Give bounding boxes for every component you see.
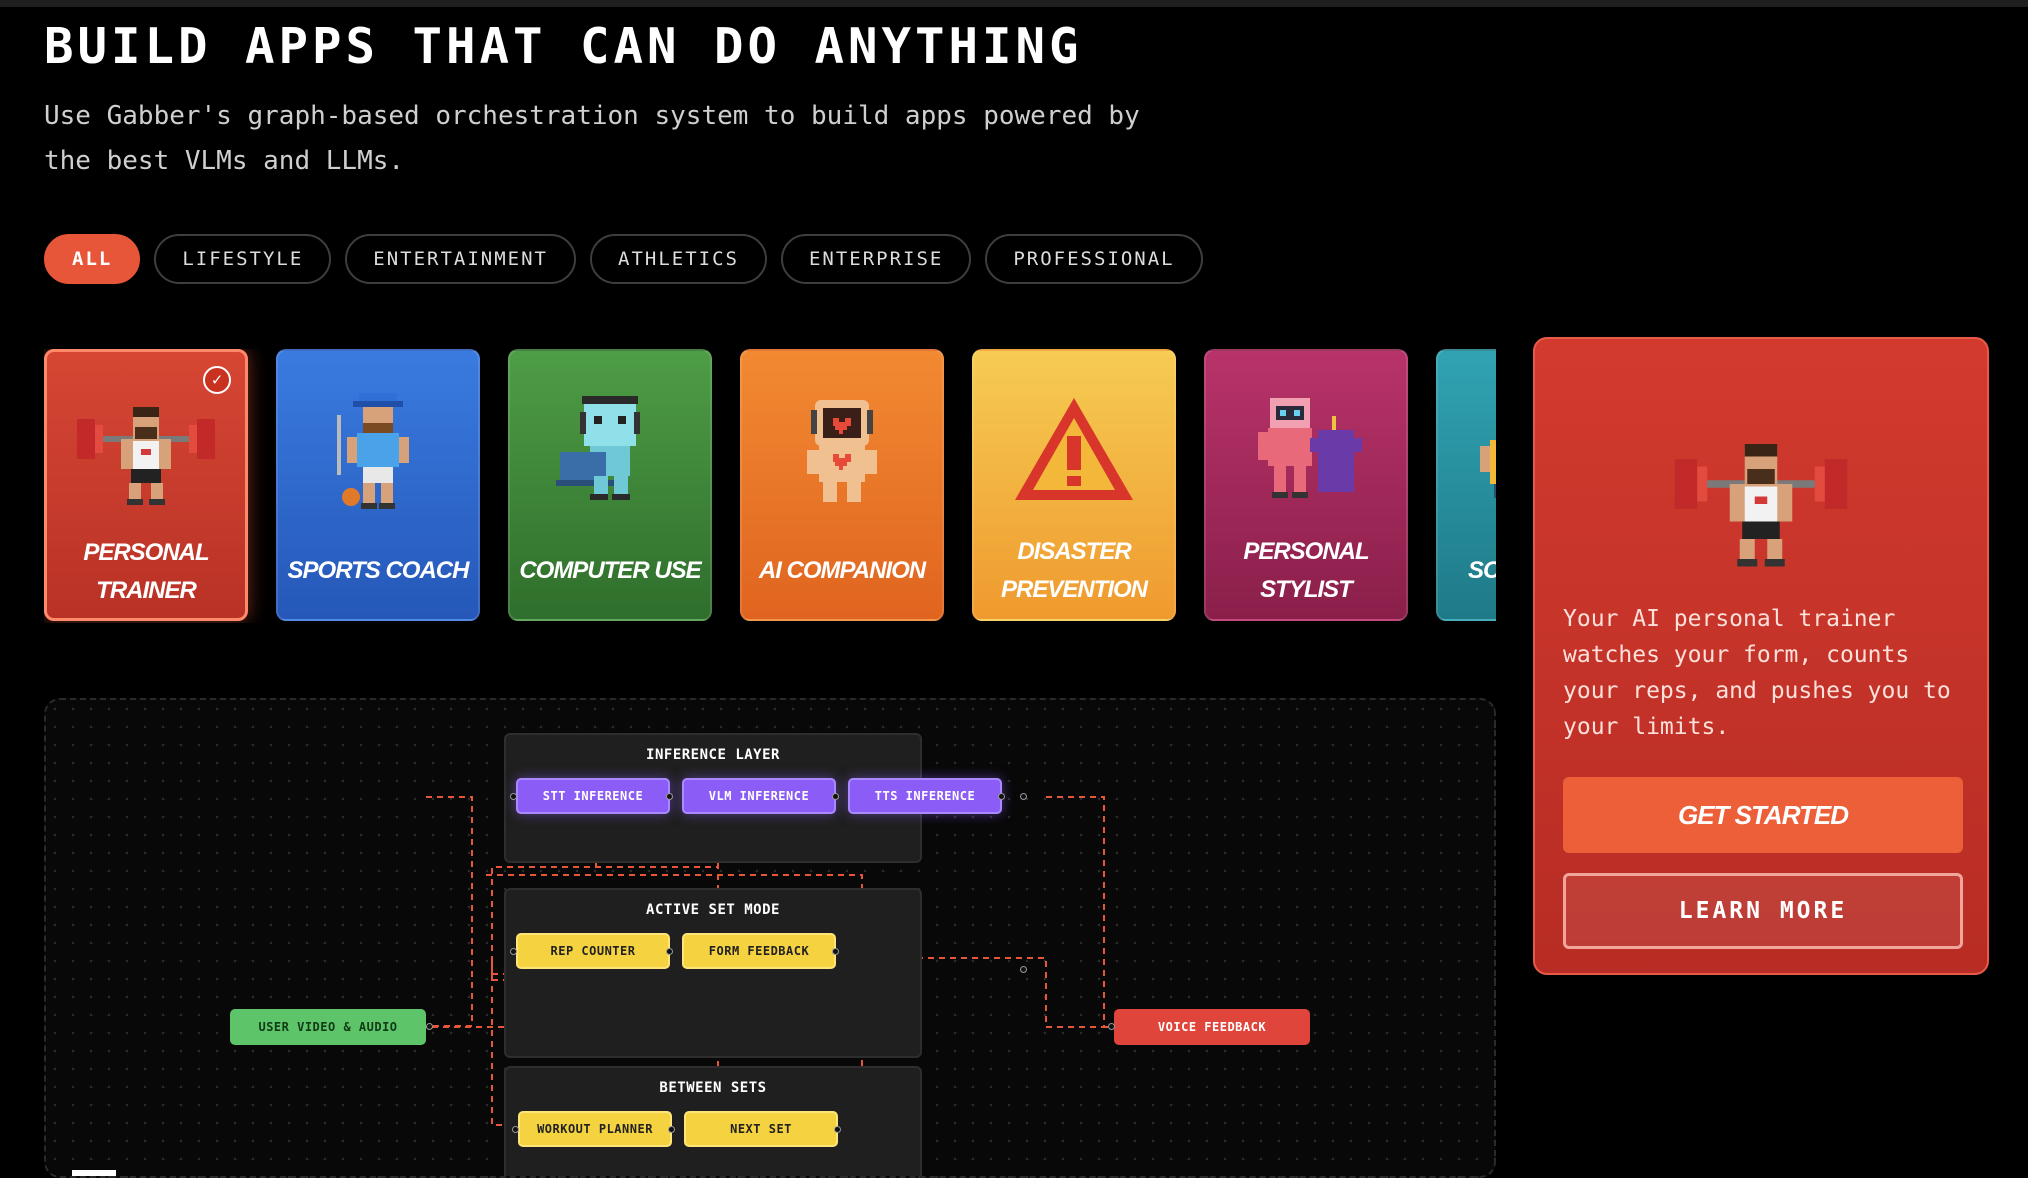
category-filter-bar: ALL LIFESTYLE ENTERTAINMENT ATHLETICS EN… <box>44 234 1203 284</box>
node-next-set[interactable]: NEXT SET <box>684 1111 838 1147</box>
warning-icon <box>974 375 1174 525</box>
card-label: PERSONAL STYLIST <box>1243 538 1369 603</box>
card-partial[interactable]: SCR <box>1436 349 1496 621</box>
node-voice-feedback[interactable]: VOICE FEEDBACK <box>1114 1009 1310 1045</box>
input-port[interactable] <box>510 793 517 800</box>
top-divider <box>0 0 2028 7</box>
card-label: DISASTER PREVENTION <box>1000 538 1148 603</box>
robot-laptop-icon <box>510 375 710 525</box>
filter-professional[interactable]: PROFESSIONAL <box>985 234 1203 284</box>
weightlifter-icon <box>47 376 245 526</box>
card-personal-trainer[interactable]: ✓ PERSONAL TRAINER <box>44 349 248 621</box>
node-form-feedback[interactable]: FORM FEEDBACK <box>682 933 836 969</box>
output-port[interactable] <box>998 793 1005 800</box>
output-port[interactable] <box>832 793 839 800</box>
card-label: PERSONAL TRAINER <box>83 539 209 604</box>
output-port[interactable] <box>834 1126 841 1133</box>
output-port[interactable] <box>666 948 673 955</box>
group-title: ACTIVE SET MODE <box>646 902 780 918</box>
card-label: SPORTS COACH <box>287 557 470 584</box>
app-card-carousel: ✓ PERSONAL TRAINER SPORTS COACH COMPUTER… <box>44 349 1496 623</box>
filter-all[interactable]: ALL <box>44 234 141 284</box>
person-icon <box>1438 375 1496 525</box>
card-label: SCR <box>1468 557 1496 584</box>
page-title: BUILD APPS THAT CAN DO ANYTHING <box>44 18 1083 75</box>
input-port[interactable] <box>510 948 517 955</box>
orchestration-graph-canvas[interactable]: INFERENCE LAYER ACTIVE SET MODE BETWEEN … <box>44 698 1496 1178</box>
node-stt-inference[interactable]: STT INFERENCE <box>516 778 670 814</box>
group-title: INFERENCE LAYER <box>646 747 780 763</box>
group-title: BETWEEN SETS <box>659 1080 767 1096</box>
learn-more-button[interactable]: LEARN MORE <box>1563 873 1963 949</box>
card-ai-companion[interactable]: AI COMPANION <box>740 349 944 621</box>
get-started-button[interactable]: GET STARTED <box>1563 777 1963 853</box>
node-rep-counter[interactable]: REP COUNTER <box>516 933 670 969</box>
output-port[interactable] <box>1020 793 1027 800</box>
app-detail-panel: Your AI personal trainer watches your fo… <box>1533 337 1989 975</box>
robot-stylist-icon <box>1206 375 1406 525</box>
output-port[interactable] <box>668 1126 675 1133</box>
output-port[interactable] <box>1020 966 1027 973</box>
filter-lifestyle[interactable]: LIFESTYLE <box>154 234 332 284</box>
card-personal-stylist[interactable]: PERSONAL STYLIST <box>1204 349 1408 621</box>
card-label: AI COMPANION <box>758 557 926 584</box>
card-label: COMPUTER USE <box>519 557 701 584</box>
input-port[interactable] <box>512 1126 519 1133</box>
card-disaster-prevention[interactable]: DISASTER PREVENTION <box>972 349 1176 621</box>
node-user-video-audio[interactable]: USER VIDEO & AUDIO <box>230 1009 426 1045</box>
output-port[interactable] <box>832 948 839 955</box>
weightlifter-icon <box>1535 399 1987 599</box>
page-subtitle: Use Gabber's graph-based orchestration s… <box>44 101 1140 176</box>
robot-heart-icon <box>742 375 942 525</box>
canvas-scroll-marker <box>72 1170 116 1176</box>
node-tts-inference[interactable]: TTS INFERENCE <box>848 778 1002 814</box>
coach-icon <box>278 375 478 525</box>
card-sports-coach[interactable]: SPORTS COACH <box>276 349 480 621</box>
group-active-set-mode[interactable]: ACTIVE SET MODE <box>504 888 922 1058</box>
card-computer-use[interactable]: COMPUTER USE <box>508 349 712 621</box>
node-workout-planner[interactable]: WORKOUT PLANNER <box>518 1111 672 1147</box>
output-port[interactable] <box>666 793 673 800</box>
app-description: Your AI personal trainer watches your fo… <box>1563 606 1951 740</box>
filter-entertainment[interactable]: ENTERTAINMENT <box>345 234 576 284</box>
filter-athletics[interactable]: ATHLETICS <box>590 234 767 284</box>
filter-enterprise[interactable]: ENTERPRISE <box>780 234 972 284</box>
node-vlm-inference[interactable]: VLM INFERENCE <box>682 778 836 814</box>
input-port[interactable] <box>1108 1023 1115 1030</box>
output-port[interactable] <box>426 1023 433 1030</box>
